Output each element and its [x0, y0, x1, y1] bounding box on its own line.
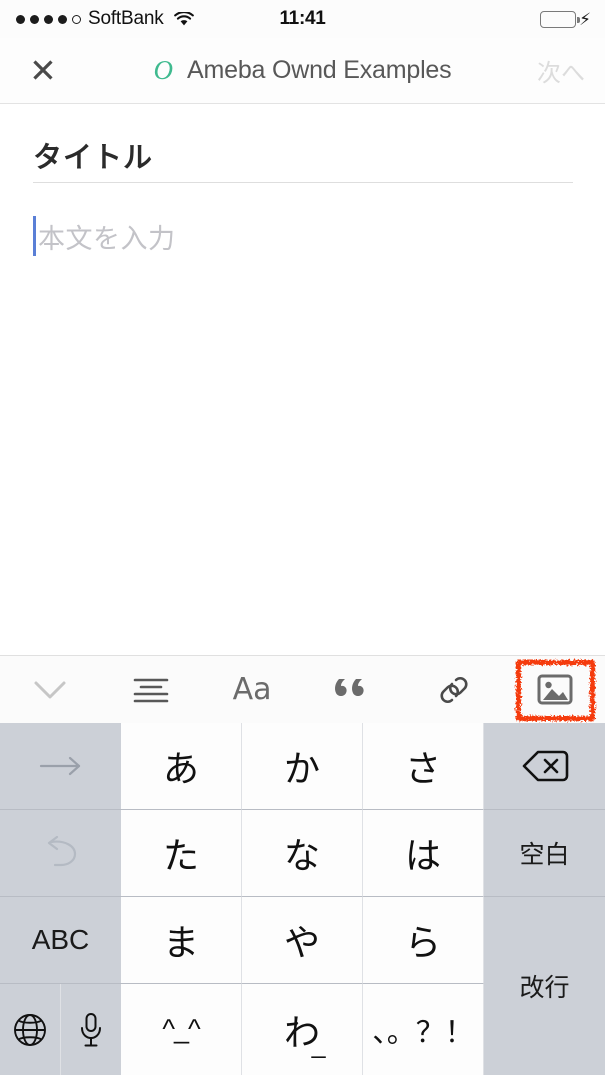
- navigation-bar-center: O Ameba Ownd Examples: [0, 56, 605, 85]
- ameba-ownd-logo-icon: O: [153, 55, 174, 85]
- key-ha-row[interactable]: は: [363, 810, 484, 897]
- post-editor: タイトル 本文を入力: [0, 104, 605, 655]
- key-emoticon[interactable]: ^_^: [121, 984, 242, 1075]
- chevron-down-icon[interactable]: [0, 656, 101, 724]
- japanese-kana-keyboard: あ か さ た な は 空白 ABC ま や ら 改行 ^_^ わ _ 、。？！: [0, 723, 605, 1075]
- key-undo[interactable]: [0, 810, 121, 897]
- title-input[interactable]: タイトル: [33, 134, 573, 176]
- format-toolbar: Aa: [0, 655, 605, 723]
- key-na-row[interactable]: な: [242, 810, 363, 897]
- text-format-icon[interactable]: Aa: [202, 656, 303, 724]
- key-punctuation[interactable]: 、。？！: [363, 984, 484, 1075]
- title-divider: [33, 182, 573, 183]
- status-bar: SoftBank 11:41 ⚡: [0, 0, 605, 38]
- battery-icon: [540, 10, 580, 28]
- key-abc-mode[interactable]: ABC: [0, 897, 121, 984]
- key-ra-row[interactable]: ら: [363, 897, 484, 984]
- key-backspace[interactable]: [484, 723, 605, 810]
- text-format-label: Aa: [232, 672, 272, 707]
- page-title: Ameba Ownd Examples: [187, 56, 452, 84]
- key-globe[interactable]: [0, 984, 61, 1075]
- key-microphone[interactable]: [61, 984, 121, 1075]
- link-icon[interactable]: [403, 656, 504, 724]
- align-list-icon[interactable]: [101, 656, 202, 724]
- key-emoticon-label: ^_^: [162, 1014, 200, 1044]
- text-caret: [33, 216, 36, 256]
- status-bar-right: ⚡: [540, 9, 591, 29]
- key-wa-row[interactable]: わ _: [242, 984, 363, 1075]
- quote-icon[interactable]: [302, 656, 403, 724]
- navigation-bar: ✕ O Ameba Ownd Examples 次へ: [0, 38, 605, 104]
- key-sa-row[interactable]: さ: [363, 723, 484, 810]
- key-ma-row[interactable]: ま: [121, 897, 242, 984]
- body-input[interactable]: 本文を入力: [33, 216, 573, 256]
- key-next-candidate[interactable]: [0, 723, 121, 810]
- key-ta-row[interactable]: た: [121, 810, 242, 897]
- key-ya-row[interactable]: や: [242, 897, 363, 984]
- status-bar-clock: 11:41: [279, 8, 326, 29]
- key-space[interactable]: 空白: [484, 810, 605, 897]
- lightning-bolt-icon: ⚡: [579, 9, 591, 29]
- key-a-row[interactable]: あ: [121, 723, 242, 810]
- phone-screen: SoftBank 11:41 ⚡ ✕ O Ameba Ownd Examples…: [0, 0, 605, 1075]
- key-wa-sub-label: _: [311, 1031, 326, 1060]
- body-placeholder: 本文を入力: [38, 223, 176, 254]
- image-icon[interactable]: [504, 656, 605, 724]
- key-return[interactable]: 改行: [484, 897, 605, 1075]
- key-ka-row[interactable]: か: [242, 723, 363, 810]
- next-button[interactable]: 次へ: [537, 53, 585, 88]
